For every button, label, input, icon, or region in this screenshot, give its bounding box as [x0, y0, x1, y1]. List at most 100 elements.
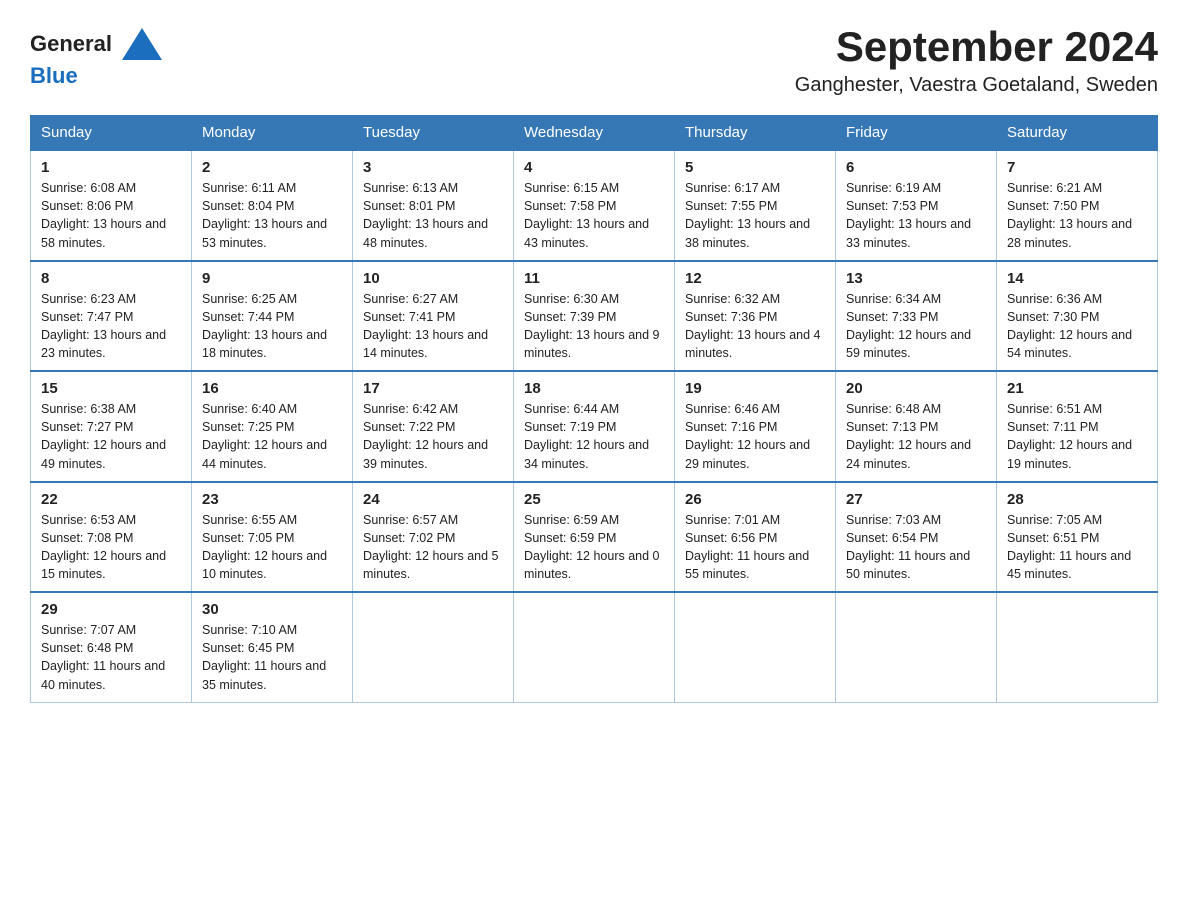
day-info: Sunrise: 7:07 AM Sunset: 6:48 PM Dayligh…: [41, 621, 181, 694]
day-info: Sunrise: 6:40 AM Sunset: 7:25 PM Dayligh…: [202, 400, 342, 473]
calendar-day-cell: 3 Sunrise: 6:13 AM Sunset: 8:01 PM Daylig…: [353, 150, 514, 261]
calendar-day-cell: 18 Sunrise: 6:44 AM Sunset: 7:19 PM Dayli…: [514, 371, 675, 482]
calendar-day-cell: 27 Sunrise: 7:03 AM Sunset: 6:54 PM Dayli…: [836, 482, 997, 593]
calendar-day-cell: [997, 592, 1158, 702]
day-number: 6: [846, 159, 986, 176]
day-number: 8: [41, 270, 181, 287]
calendar-day-cell: [675, 592, 836, 702]
page-title: September 2024: [795, 24, 1158, 70]
calendar-day-cell: 25 Sunrise: 6:59 AM Sunset: 6:59 PM Dayli…: [514, 482, 675, 593]
day-number: 14: [1007, 270, 1147, 287]
calendar-day-cell: 22 Sunrise: 6:53 AM Sunset: 7:08 PM Dayli…: [31, 482, 192, 593]
calendar-day-cell: 4 Sunrise: 6:15 AM Sunset: 7:58 PM Daylig…: [514, 150, 675, 261]
day-number: 15: [41, 380, 181, 397]
calendar-day-cell: [514, 592, 675, 702]
calendar-week-row: 1 Sunrise: 6:08 AM Sunset: 8:06 PM Daylig…: [31, 150, 1158, 261]
day-info: Sunrise: 6:21 AM Sunset: 7:50 PM Dayligh…: [1007, 179, 1147, 252]
day-number: 19: [685, 380, 825, 397]
header-thursday: Thursday: [675, 116, 836, 151]
calendar-day-cell: 8 Sunrise: 6:23 AM Sunset: 7:47 PM Daylig…: [31, 261, 192, 372]
day-info: Sunrise: 7:10 AM Sunset: 6:45 PM Dayligh…: [202, 621, 342, 694]
calendar-day-cell: [353, 592, 514, 702]
day-info: Sunrise: 6:53 AM Sunset: 7:08 PM Dayligh…: [41, 511, 181, 584]
day-number: 17: [363, 380, 503, 397]
calendar-day-cell: 7 Sunrise: 6:21 AM Sunset: 7:50 PM Daylig…: [997, 150, 1158, 261]
day-number: 16: [202, 380, 342, 397]
logo-blue-text: Blue: [30, 63, 78, 88]
day-number: 9: [202, 270, 342, 287]
header-friday: Friday: [836, 116, 997, 151]
calendar-day-cell: 26Sunrise: 7:01 AM Sunset: 6:56 PM Dayli…: [675, 482, 836, 593]
calendar-day-cell: 9 Sunrise: 6:25 AM Sunset: 7:44 PM Daylig…: [192, 261, 353, 372]
day-number: 22: [41, 491, 181, 508]
day-info: Sunrise: 6:34 AM Sunset: 7:33 PM Dayligh…: [846, 290, 986, 363]
weekday-header-row: Sunday Monday Tuesday Wednesday Thursday…: [31, 116, 1158, 151]
calendar-day-cell: 23 Sunrise: 6:55 AM Sunset: 7:05 PM Dayli…: [192, 482, 353, 593]
logo: General Blue: [30, 24, 162, 88]
day-number: 4: [524, 159, 664, 176]
day-number: 5: [685, 159, 825, 176]
day-number: 25: [524, 491, 664, 508]
day-number: 10: [363, 270, 503, 287]
calendar-day-cell: 11 Sunrise: 6:30 AM Sunset: 7:39 PM Dayli…: [514, 261, 675, 372]
calendar-day-cell: 24 Sunrise: 6:57 AM Sunset: 7:02 PM Dayli…: [353, 482, 514, 593]
day-info: Sunrise: 6:08 AM Sunset: 8:06 PM Dayligh…: [41, 179, 181, 252]
day-number: 11: [524, 270, 664, 287]
day-number: 27: [846, 491, 986, 508]
header-sunday: Sunday: [31, 116, 192, 151]
day-number: 12: [685, 270, 825, 287]
day-info: Sunrise: 6:57 AM Sunset: 7:02 PM Dayligh…: [363, 511, 503, 584]
calendar-day-cell: 17Sunrise: 6:42 AM Sunset: 7:22 PM Dayli…: [353, 371, 514, 482]
header-tuesday: Tuesday: [353, 116, 514, 151]
calendar-day-cell: 6Sunrise: 6:19 AM Sunset: 7:53 PM Daylig…: [836, 150, 997, 261]
day-info: Sunrise: 6:17 AM Sunset: 7:55 PM Dayligh…: [685, 179, 825, 252]
day-info: Sunrise: 6:15 AM Sunset: 7:58 PM Dayligh…: [524, 179, 664, 252]
day-info: Sunrise: 6:30 AM Sunset: 7:39 PM Dayligh…: [524, 290, 664, 363]
day-number: 21: [1007, 380, 1147, 397]
day-info: Sunrise: 6:55 AM Sunset: 7:05 PM Dayligh…: [202, 511, 342, 584]
day-info: Sunrise: 6:13 AM Sunset: 8:01 PM Dayligh…: [363, 179, 503, 252]
header-wednesday: Wednesday: [514, 116, 675, 151]
day-info: Sunrise: 6:59 AM Sunset: 6:59 PM Dayligh…: [524, 511, 664, 584]
calendar-day-cell: 2Sunrise: 6:11 AM Sunset: 8:04 PM Daylig…: [192, 150, 353, 261]
day-info: Sunrise: 6:32 AM Sunset: 7:36 PM Dayligh…: [685, 290, 825, 363]
calendar-day-cell: 30 Sunrise: 7:10 AM Sunset: 6:45 PM Dayli…: [192, 592, 353, 702]
day-number: 2: [202, 159, 342, 176]
day-number: 23: [202, 491, 342, 508]
calendar-week-row: 29Sunrise: 7:07 AM Sunset: 6:48 PM Dayli…: [31, 592, 1158, 702]
calendar-day-cell: 14Sunrise: 6:36 AM Sunset: 7:30 PM Dayli…: [997, 261, 1158, 372]
calendar-day-cell: 13Sunrise: 6:34 AM Sunset: 7:33 PM Dayli…: [836, 261, 997, 372]
calendar-day-cell: 20Sunrise: 6:48 AM Sunset: 7:13 PM Dayli…: [836, 371, 997, 482]
logo-general-text: General: [30, 32, 112, 56]
header-saturday: Saturday: [997, 116, 1158, 151]
calendar-day-cell: 5 Sunrise: 6:17 AM Sunset: 7:55 PM Daylig…: [675, 150, 836, 261]
calendar-day-cell: [836, 592, 997, 702]
calendar-table: Sunday Monday Tuesday Wednesday Thursday…: [30, 115, 1158, 703]
day-number: 28: [1007, 491, 1147, 508]
day-info: Sunrise: 6:27 AM Sunset: 7:41 PM Dayligh…: [363, 290, 503, 363]
calendar-day-cell: 21 Sunrise: 6:51 AM Sunset: 7:11 PM Dayli…: [997, 371, 1158, 482]
calendar-body: 1 Sunrise: 6:08 AM Sunset: 8:06 PM Daylig…: [31, 150, 1158, 702]
calendar-day-cell: 1 Sunrise: 6:08 AM Sunset: 8:06 PM Daylig…: [31, 150, 192, 261]
day-number: 24: [363, 491, 503, 508]
day-info: Sunrise: 7:05 AM Sunset: 6:51 PM Dayligh…: [1007, 511, 1147, 584]
calendar-week-row: 8 Sunrise: 6:23 AM Sunset: 7:47 PM Daylig…: [31, 261, 1158, 372]
day-number: 1: [41, 159, 181, 176]
day-info: Sunrise: 6:44 AM Sunset: 7:19 PM Dayligh…: [524, 400, 664, 473]
calendar-day-cell: 10 Sunrise: 6:27 AM Sunset: 7:41 PM Dayli…: [353, 261, 514, 372]
day-info: Sunrise: 6:38 AM Sunset: 7:27 PM Dayligh…: [41, 400, 181, 473]
day-number: 30: [202, 601, 342, 618]
day-info: Sunrise: 6:48 AM Sunset: 7:13 PM Dayligh…: [846, 400, 986, 473]
day-number: 3: [363, 159, 503, 176]
day-number: 26: [685, 491, 825, 508]
day-number: 18: [524, 380, 664, 397]
day-info: Sunrise: 6:25 AM Sunset: 7:44 PM Dayligh…: [202, 290, 342, 363]
page-header: General Blue September 2024 Ganghester, …: [30, 24, 1158, 97]
calendar-day-cell: 19Sunrise: 6:46 AM Sunset: 7:16 PM Dayli…: [675, 371, 836, 482]
day-info: Sunrise: 6:23 AM Sunset: 7:47 PM Dayligh…: [41, 290, 181, 363]
day-number: 7: [1007, 159, 1147, 176]
day-info: Sunrise: 6:51 AM Sunset: 7:11 PM Dayligh…: [1007, 400, 1147, 473]
calendar-day-cell: 16 Sunrise: 6:40 AM Sunset: 7:25 PM Dayli…: [192, 371, 353, 482]
day-info: Sunrise: 7:03 AM Sunset: 6:54 PM Dayligh…: [846, 511, 986, 584]
calendar-day-cell: 12 Sunrise: 6:32 AM Sunset: 7:36 PM Dayli…: [675, 261, 836, 372]
